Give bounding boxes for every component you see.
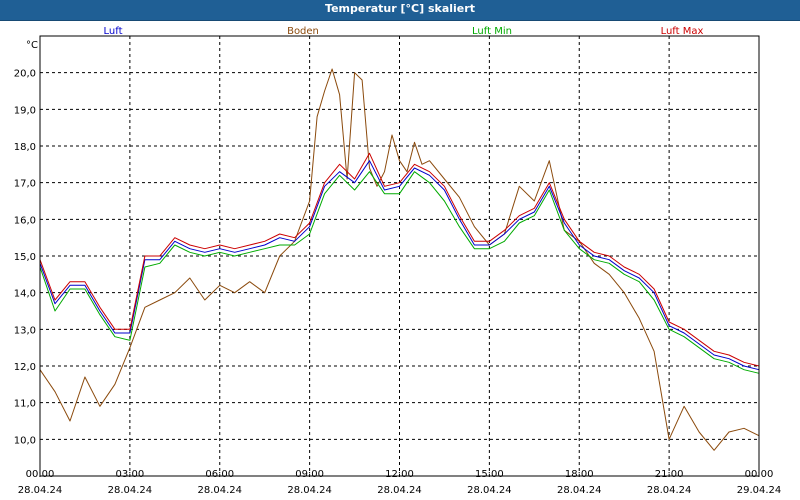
y-tick-label: 10,0 xyxy=(14,435,36,446)
y-tick-label: 18,0 xyxy=(14,142,36,153)
x-tick-time: 00:00 xyxy=(745,469,774,480)
x-tick-time: 06:00 xyxy=(205,469,234,480)
x-tick-time: 18:00 xyxy=(565,469,594,480)
y-tick-label: 16,0 xyxy=(14,215,36,226)
chart-title: Temperatur [°C] skaliert xyxy=(325,2,475,15)
x-tick-date: 28.04.24 xyxy=(467,485,512,496)
y-tick-label: 11,0 xyxy=(14,399,36,410)
x-tick-date: 28.04.24 xyxy=(108,485,153,496)
x-tick-date: 28.04.24 xyxy=(18,485,63,496)
x-tick-time: 15:00 xyxy=(475,469,504,480)
y-tick-label: 15,0 xyxy=(14,252,36,263)
y-tick-label: 20,0 xyxy=(14,69,36,80)
legend-item-luft: Luft xyxy=(104,26,123,37)
y-tick-label: 14,0 xyxy=(14,289,36,300)
x-tick-time: 00:00 xyxy=(26,469,55,480)
x-tick-date: 28.04.24 xyxy=(377,485,422,496)
y-tick-label: 19,0 xyxy=(14,105,36,116)
y-tick-label: 17,0 xyxy=(14,179,36,190)
legend-item-luft-min: Luft Min xyxy=(472,26,512,37)
y-tick-label: 13,0 xyxy=(14,325,36,336)
x-tick-date: 28.04.24 xyxy=(557,485,602,496)
y-tick-label: 12,0 xyxy=(14,362,36,373)
chart-window: Temperatur [°C] skaliert 10,0 11,0 12,0 13,… xyxy=(0,0,800,500)
x-tick-date: 28.04.24 xyxy=(287,485,332,496)
legend-item-luft-max: Luft Max xyxy=(661,26,704,37)
x-tick-time: 09:00 xyxy=(295,469,324,480)
x-tick-date: 29.04.24 xyxy=(737,485,782,496)
x-tick-time: 21:00 xyxy=(655,469,684,480)
x-tick-date: 28.04.24 xyxy=(647,485,692,496)
x-tick-time: 03:00 xyxy=(115,469,144,480)
title-bar: Temperatur [°C] skaliert xyxy=(0,0,800,21)
y-axis-label: °C xyxy=(26,40,38,51)
x-tick-date: 28.04.24 xyxy=(197,485,242,496)
temperature-chart: 10,0 11,0 12,0 13,0 14,0 15,0 16,0 17,0 18,0 19,0… xyxy=(0,21,800,500)
legend-item-boden: Boden xyxy=(287,26,319,37)
x-tick-time: 12:00 xyxy=(385,469,414,480)
